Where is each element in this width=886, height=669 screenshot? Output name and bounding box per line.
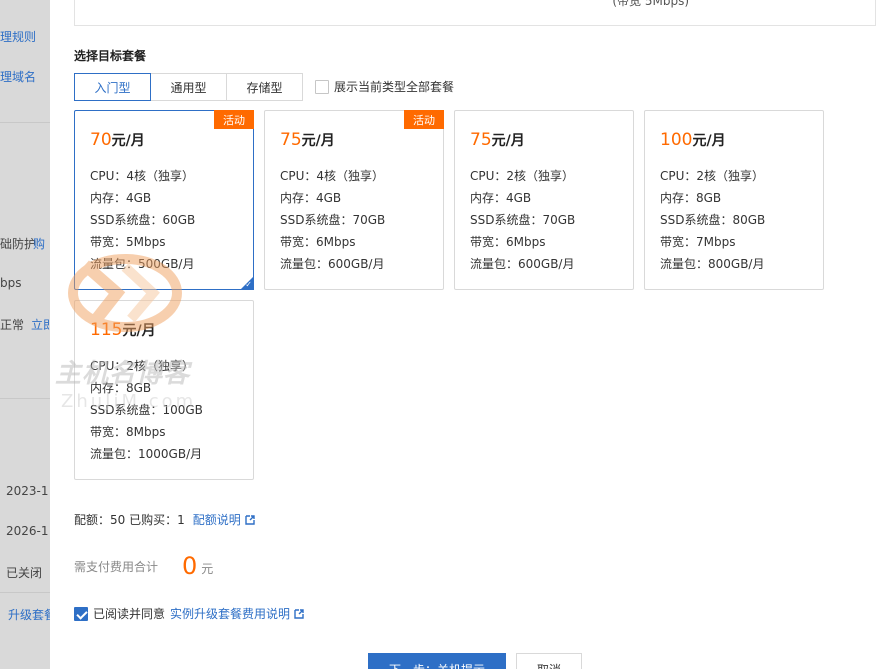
- plan-disk: SSD系统盘：70GB: [470, 213, 576, 227]
- total-cost: 需支付费用合计 0 元: [74, 552, 213, 580]
- current-plan-bandwidth: (带宽 5Mbps): [612, 0, 689, 8]
- backdrop-rules-link[interactable]: 理规则: [0, 28, 36, 45]
- show-all-label: 展示当前类型全部套餐: [334, 80, 455, 94]
- tab-entry[interactable]: 入门型: [74, 73, 151, 101]
- price-unit: 元/月: [111, 133, 145, 149]
- price-unit: 元/月: [301, 133, 335, 149]
- plan-bandwidth: 带宽：8Mbps: [90, 425, 166, 439]
- plan-price: 115元/月: [90, 320, 156, 340]
- backdrop-now-link[interactable]: 立即: [31, 316, 52, 333]
- promo-badge: 活动: [404, 110, 444, 129]
- plan-card-115[interactable]: 115元/月 CPU：2核（独享） 内存：8GB SSD系统盘：100GB 带宽…: [74, 300, 254, 480]
- price-unit: 元/月: [122, 323, 156, 339]
- quota-help-link[interactable]: 配额说明: [193, 511, 241, 528]
- plan-memory: 内存：8GB: [660, 191, 722, 205]
- backdrop-closed-text: 已关闭: [6, 566, 43, 580]
- price-amount: 100: [660, 130, 693, 150]
- price-amount: 75: [470, 130, 492, 150]
- plan-memory: 内存：4GB: [90, 191, 152, 205]
- plan-price: 70元/月: [90, 130, 145, 150]
- plan-type-tabs: 入门型 通用型 存储型: [74, 73, 303, 101]
- plan-traffic: 流量包：600GB/月: [280, 257, 385, 271]
- plan-traffic: 流量包：500GB/月: [90, 257, 195, 271]
- external-link-icon[interactable]: [245, 514, 255, 525]
- plan-price: 75元/月: [280, 130, 335, 150]
- plan-cpu: CPU：2核（独享）: [470, 169, 575, 183]
- tab-general[interactable]: 通用型: [150, 73, 227, 101]
- show-all-plans-toggle[interactable]: 展示当前类型全部套餐: [315, 78, 454, 95]
- plan-traffic: 流量包：1000GB/月: [90, 447, 203, 461]
- backdrop-status-text: 正常: [0, 318, 25, 332]
- price-unit: 元/月: [491, 133, 525, 149]
- plan-bandwidth: 带宽：6Mbps: [280, 235, 356, 249]
- tab-storage[interactable]: 存储型: [226, 73, 303, 101]
- quota-text: 配额：50 已购买：1: [74, 513, 185, 527]
- cost-label: 需支付费用合计: [74, 559, 159, 574]
- cancel-button[interactable]: 取消: [516, 653, 582, 669]
- fee-terms-link[interactable]: 实例升级套餐费用说明: [170, 605, 290, 622]
- plan-price: 100元/月: [660, 130, 726, 150]
- plan-memory: 内存：4GB: [470, 191, 532, 205]
- price-amount: 75: [280, 130, 302, 150]
- backdrop-divider: [0, 398, 52, 399]
- plan-cpu: CPU：2核（独享）: [90, 359, 195, 373]
- cost-unit: 元: [201, 561, 214, 576]
- show-all-checkbox[interactable]: [315, 79, 329, 94]
- plan-memory: 内存：4GB: [280, 191, 342, 205]
- price-unit: 元/月: [692, 133, 726, 149]
- backdrop-date-2: 2026-1: [6, 524, 49, 538]
- agreement-row: 已阅读并同意 实例升级套餐费用说明: [74, 605, 304, 622]
- quota-info: 配额：50 已购买：1 配额说明: [74, 511, 255, 528]
- next-step-button[interactable]: 下一步：关机提示: [368, 653, 506, 669]
- cost-amount: 0: [182, 552, 198, 580]
- backdrop-divider: [0, 122, 52, 123]
- plan-card-100[interactable]: 100元/月 CPU：2核（独享） 内存：8GB SSD系统盘：80GB 带宽：…: [644, 110, 824, 290]
- backdrop-protection-text: 础防护: [0, 237, 37, 251]
- plan-disk: SSD系统盘：60GB: [90, 213, 196, 227]
- backdrop-bandwidth-text: bps: [0, 276, 22, 290]
- agree-label: 已阅读并同意: [93, 607, 166, 621]
- price-amount: 70: [90, 130, 112, 150]
- price-amount: 115: [90, 320, 123, 340]
- plan-bandwidth: 带宽：6Mbps: [470, 235, 546, 249]
- plan-cpu: CPU：4核（独享）: [280, 169, 385, 183]
- current-plan-box: (带宽 5Mbps): [74, 0, 876, 26]
- plan-cpu: CPU：4核（独享）: [90, 169, 195, 183]
- plan-card-75-b[interactable]: 75元/月 CPU：2核（独享） 内存：4GB SSD系统盘：70GB 带宽：6…: [454, 110, 634, 290]
- plan-traffic: 流量包：600GB/月: [470, 257, 575, 271]
- backdrop-domain-link[interactable]: 理域名: [0, 68, 36, 85]
- section-title: 选择目标套餐: [74, 49, 147, 63]
- plan-price: 75元/月: [470, 130, 525, 150]
- upgrade-plan-modal: (带宽 5Mbps) 选择目标套餐 入门型 通用型 存储型 展示当前类型全部套餐…: [50, 0, 886, 669]
- plan-bandwidth: 带宽：7Mbps: [660, 235, 736, 249]
- plan-disk: SSD系统盘：80GB: [660, 213, 766, 227]
- backdrop-upgrade-link[interactable]: 升级套餐: [8, 606, 52, 623]
- plan-bandwidth: 带宽：5Mbps: [90, 235, 166, 249]
- promo-badge: 活动: [214, 110, 254, 129]
- plan-cpu: CPU：2核（独享）: [660, 169, 765, 183]
- backdrop-buy-link[interactable]: 购: [33, 235, 45, 252]
- plan-traffic: 流量包：800GB/月: [660, 257, 765, 271]
- plan-memory: 内存：8GB: [90, 381, 152, 395]
- check-icon: ✓: [245, 280, 252, 289]
- agree-checkbox[interactable]: [74, 606, 88, 621]
- plan-disk: SSD系统盘：70GB: [280, 213, 386, 227]
- plan-disk: SSD系统盘：100GB: [90, 403, 203, 417]
- backdrop-page: 理规则 理域名 础防护 购 bps 正常 立即 2023-1 2026-1 已关…: [0, 0, 52, 669]
- plan-card-70[interactable]: 活动 70元/月 CPU：4核（独享） 内存：4GB SSD系统盘：60GB 带…: [74, 110, 254, 290]
- backdrop-divider: [0, 592, 52, 593]
- backdrop-date-1: 2023-1: [6, 484, 49, 498]
- plan-card-75-a[interactable]: 活动 75元/月 CPU：4核（独享） 内存：4GB SSD系统盘：70GB 带…: [264, 110, 444, 290]
- external-link-icon[interactable]: [294, 608, 304, 619]
